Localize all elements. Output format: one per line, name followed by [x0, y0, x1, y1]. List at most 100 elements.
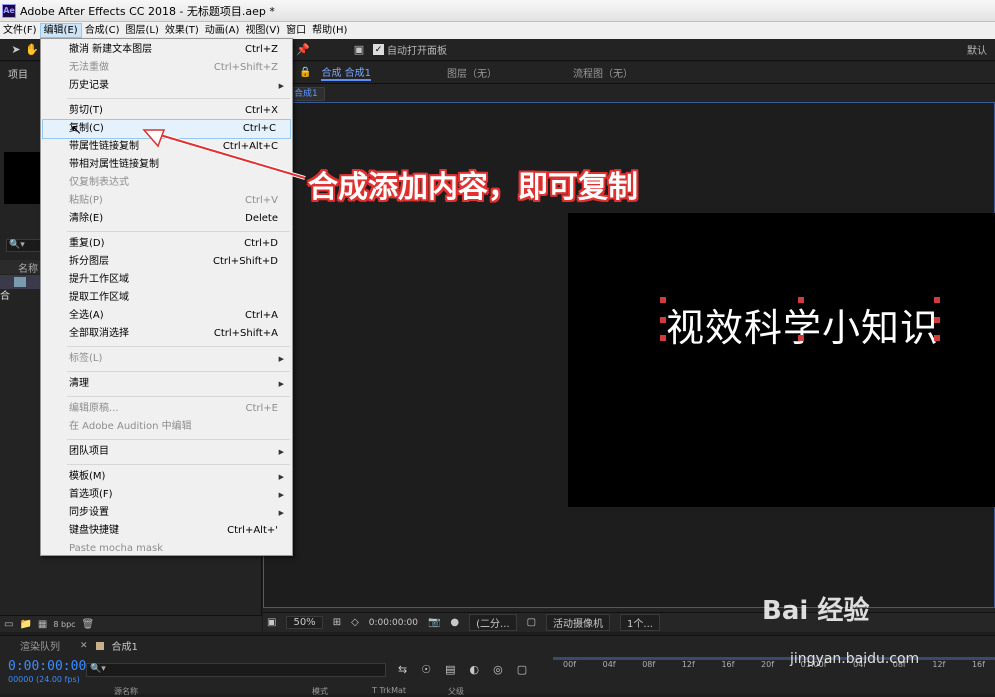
- selection-handle[interactable]: [798, 297, 804, 303]
- edit-menu-item[interactable]: 全部取消选择 Ctrl+Shift+A: [41, 325, 292, 343]
- edit-menu-item[interactable]: 模板(M) ▶: [41, 468, 292, 486]
- window-title: Adobe After Effects CC 2018 - 无标题项目.aep …: [20, 4, 275, 18]
- project-thumbnail: [4, 152, 40, 204]
- trash-icon[interactable]: 🗑: [82, 619, 95, 630]
- snapshot-icon[interactable]: 📷: [428, 617, 440, 628]
- hand-tool-icon[interactable]: ✋: [24, 42, 40, 58]
- selection-handle[interactable]: [660, 297, 666, 303]
- edit-menu-item-shortcut: Ctrl+Alt+': [227, 525, 278, 536]
- fit-icon[interactable]: ⊞: [333, 617, 341, 628]
- selection-handle[interactable]: [934, 335, 940, 341]
- selection-tool-icon[interactable]: ➤: [8, 42, 24, 58]
- color-channel-icon[interactable]: ●: [450, 617, 459, 628]
- mask-icon[interactable]: ◇: [351, 617, 359, 628]
- edit-menu-dropdown: 撤消 新建文本图层 Ctrl+Z 无法重做 Ctrl+Shift+Z 历史记录 ▶ 剪切(T…: [40, 38, 293, 556]
- submenu-arrow-icon: ▶: [278, 473, 284, 481]
- menu-composition[interactable]: 合成(C): [82, 23, 123, 38]
- selection-handle[interactable]: [934, 317, 940, 323]
- region-icon[interactable]: ▢: [527, 617, 536, 628]
- menu-help[interactable]: 帮助(H): [309, 23, 350, 38]
- edit-menu-item[interactable]: 拆分图层 Ctrl+Shift+D: [41, 253, 292, 271]
- menu-window[interactable]: 窗口: [283, 23, 309, 38]
- edit-menu-item[interactable]: 团队项目 ▶: [41, 443, 292, 461]
- timeline-timecode[interactable]: 0:00:00:00: [8, 659, 86, 674]
- selection-handle[interactable]: [660, 335, 666, 341]
- menu-effect[interactable]: 效果(T): [162, 23, 202, 38]
- edit-menu-item[interactable]: 全选(A) Ctrl+A: [41, 307, 292, 325]
- new-composition-icon[interactable]: ▦: [38, 619, 47, 630]
- edit-menu-item-label: 带属性链接复制: [69, 141, 139, 152]
- comp-canvas[interactable]: 视效科学小知识: [568, 213, 995, 507]
- tab-render-queue[interactable]: 渲染队列: [0, 638, 80, 653]
- zoom-select[interactable]: 50%: [286, 616, 323, 629]
- menu-layer[interactable]: 图层(L): [122, 23, 161, 38]
- edit-menu-item[interactable]: 清除(E) Delete: [41, 210, 292, 228]
- edit-menu-item[interactable]: 撤消 新建文本图层 Ctrl+Z: [41, 41, 292, 59]
- close-icon[interactable]: ✕: [80, 641, 88, 651]
- edit-menu-item-label: 键盘快捷键: [69, 525, 119, 536]
- graph-editor-icon[interactable]: ◎: [493, 663, 503, 676]
- tab-layer[interactable]: 图层（无）: [447, 65, 497, 80]
- timeline-tool-icons: ⇆ ☉ ▤ ◐ ◎ ▢: [398, 663, 527, 676]
- edit-menu-item[interactable]: 重复(D) Ctrl+D: [41, 235, 292, 253]
- edit-menu-item[interactable]: 清理 ▶: [41, 375, 292, 393]
- auto-open-checkbox[interactable]: ✓: [373, 44, 384, 55]
- pin-tool-icon[interactable]: 📌: [295, 42, 311, 58]
- tab-composition[interactable]: 合成 合成1: [321, 64, 371, 81]
- project-search-input[interactable]: 🔍▾: [6, 239, 42, 252]
- new-folder-icon[interactable]: 📁: [19, 619, 31, 630]
- project-col-name: 名称: [0, 260, 40, 275]
- canvas-text-layer[interactable]: 视效科学小知识: [666, 297, 939, 352]
- selection-handle[interactable]: [660, 317, 666, 323]
- tab-timeline-comp1[interactable]: 合成1: [104, 638, 158, 653]
- shy-icon[interactable]: ☉: [421, 663, 431, 676]
- submenu-arrow-icon: ▶: [278, 355, 284, 363]
- timeline-search-input[interactable]: 🔍▾: [86, 663, 386, 677]
- edit-menu-item-label: 清除(E): [69, 213, 104, 224]
- menu-animation[interactable]: 动画(A): [202, 23, 243, 38]
- menu-file[interactable]: 文件(F): [0, 23, 40, 38]
- ruler-tick: 12f: [681, 660, 695, 669]
- views-select[interactable]: 1个...: [620, 614, 660, 631]
- menu-separator: [67, 439, 290, 440]
- draft-3d-icon[interactable]: ⇆: [398, 663, 407, 676]
- edit-menu-item[interactable]: 提升工作区域: [41, 271, 292, 289]
- edit-menu-item-label: 撤消 新建文本图层: [69, 44, 153, 55]
- edit-menu-item[interactable]: 提取工作区域: [41, 289, 292, 307]
- edit-menu-item[interactable]: 同步设置 ▶: [41, 504, 292, 522]
- edit-menu-item[interactable]: 剪切(T) Ctrl+X: [41, 102, 292, 120]
- panel-icon[interactable]: ▣: [351, 42, 367, 58]
- workspace-default[interactable]: 默认: [967, 42, 987, 57]
- viewer-timecode[interactable]: 0:00:00:00: [369, 618, 418, 628]
- project-tab[interactable]: 项目: [8, 66, 28, 81]
- time-ruler[interactable]: 00f 04f 08f 12f 16f 20f 01:00f 04f 08f 1…: [553, 657, 995, 677]
- selection-handle[interactable]: [798, 335, 804, 341]
- edit-menu-item-label: 全选(A): [69, 310, 104, 321]
- submenu-arrow-icon: ▶: [278, 491, 284, 499]
- edit-menu-item[interactable]: 首选项(F) ▶: [41, 486, 292, 504]
- ruler-tick: 04f: [602, 660, 616, 669]
- project-item-row[interactable]: 合: [0, 275, 40, 302]
- frame-blend-icon[interactable]: ▤: [445, 663, 455, 676]
- tab-flowchart[interactable]: 流程图（无）: [573, 65, 633, 80]
- comp-flowchart-icon[interactable]: ▢: [517, 663, 527, 676]
- menu-edit[interactable]: 编辑(E): [39, 23, 82, 38]
- edit-menu-item-label: 在 Adobe Audition 中编辑: [69, 421, 192, 432]
- resolution-select[interactable]: (二分...: [469, 614, 517, 631]
- edit-menu-item[interactable]: 历史记录 ▶: [41, 77, 292, 95]
- lock-icon[interactable]: 🔒: [299, 67, 311, 78]
- edit-menu-item[interactable]: 键盘快捷键 Ctrl+Alt+': [41, 522, 292, 540]
- interpret-footage-icon[interactable]: ▭: [4, 619, 13, 630]
- preview-icon[interactable]: ▣: [267, 617, 276, 628]
- col-mode: 模式: [312, 687, 328, 696]
- edit-menu-item-label: 全部取消选择: [69, 328, 129, 339]
- camera-select[interactable]: 活动摄像机: [546, 614, 611, 631]
- motion-blur-icon[interactable]: ◐: [470, 663, 480, 676]
- edit-menu-item-label: 拆分图层: [69, 256, 109, 267]
- menu-view[interactable]: 视图(V): [242, 23, 283, 38]
- ruler-tick: 00f: [563, 660, 576, 669]
- comp-color-swatch: [95, 641, 104, 650]
- selection-handle[interactable]: [934, 297, 940, 303]
- bpc-label[interactable]: 8 bpc: [53, 620, 75, 629]
- edit-menu-item-shortcut: Ctrl+A: [244, 310, 278, 321]
